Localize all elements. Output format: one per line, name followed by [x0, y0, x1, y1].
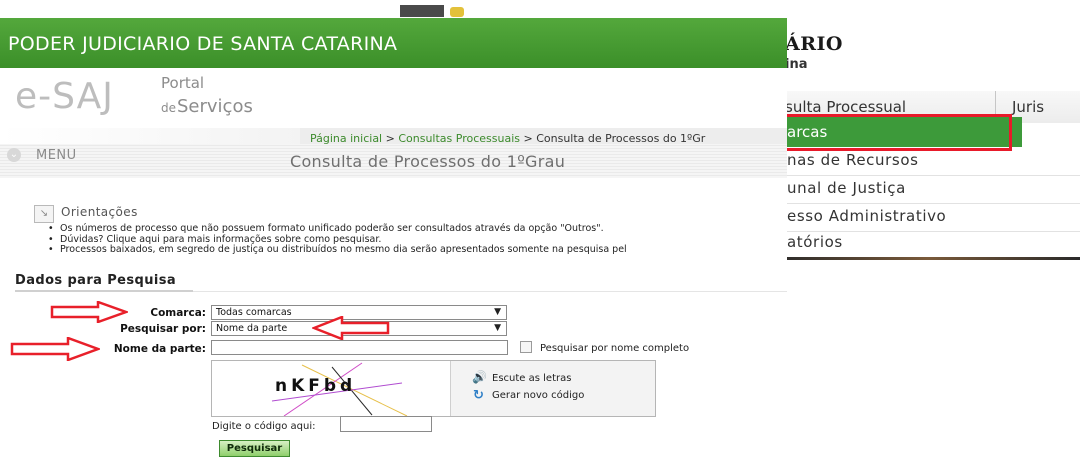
pesquisar-por-select-value: Nome da parte — [216, 323, 288, 334]
annotation-arrow-icon — [10, 337, 100, 361]
bg-dropdown-item[interactable]: unal de Justiça — [787, 179, 906, 197]
menu-toggle[interactable]: MENU — [36, 148, 77, 163]
bg-dropdown-item[interactable]: atórios — [787, 233, 843, 251]
bg-logo-fragment — [400, 5, 444, 17]
logo-servicos-text: deServiços — [161, 96, 253, 117]
header-title: PODER JUDICIARIO DE SANTA CATARINA — [8, 33, 398, 55]
orientacoes-toggle[interactable]: Orientações — [61, 205, 138, 219]
dropdown-arrow-icon: ▼ — [494, 323, 501, 333]
chevron-down-icon[interactable]: ⌄ — [7, 148, 21, 162]
section-title: Dados para Pesquisa — [15, 273, 177, 288]
bg-image-strip — [775, 257, 1080, 260]
nome-parte-input[interactable] — [211, 340, 508, 355]
dropdown-arrow-icon: ▼ — [494, 307, 501, 317]
esaj-logo[interactable]: e-SAJ — [15, 76, 114, 117]
arrow-down-right-icon[interactable]: ↘ — [34, 205, 54, 223]
logo-row: e-SAJ Portal deServiços — [0, 68, 787, 128]
comarca-label: Comarca: — [150, 307, 206, 319]
search-button[interactable]: Pesquisar — [219, 440, 290, 457]
orientacoes-item: Os números de processo que não possuem f… — [48, 223, 627, 235]
bg-dropdown-divider — [775, 231, 1080, 232]
logo-de-text: de — [161, 101, 176, 115]
header-bar: PODER JUDICIARIO DE SANTA CATARINA — [0, 18, 787, 68]
captcha-text: nKFbd — [275, 376, 357, 396]
refresh-icon[interactable]: ↻ — [473, 388, 484, 403]
speaker-icon[interactable]: 🔊 — [472, 370, 487, 384]
section-divider — [15, 290, 193, 292]
logo-servicos-word: Serviços — [177, 96, 253, 117]
bg-title-line1: ÁRIO — [785, 33, 843, 55]
bg-dropdown-item[interactable]: esso Administrativo — [787, 207, 946, 225]
captcha-code-input[interactable] — [340, 416, 432, 432]
bg-nav-jurisprudencia[interactable]: Juris — [1012, 98, 1044, 116]
bg-logo-accent — [450, 7, 464, 17]
nome-parte-label: Nome da parte: — [113, 343, 206, 355]
bg-dropdown-divider — [775, 175, 1080, 176]
esaj-page: PODER JUDICIARIO DE SANTA CATARINA e-SAJ… — [0, 18, 787, 457]
captcha-refresh-link[interactable]: Gerar novo código — [492, 390, 584, 401]
annotation-arrow-icon — [312, 316, 390, 340]
captcha-listen-link[interactable]: Escute as letras — [492, 373, 571, 384]
bg-dropdown-divider — [775, 203, 1080, 204]
comarca-select-value: Todas comarcas — [216, 307, 292, 318]
captcha-image: nKFbd — [212, 361, 451, 416]
nome-completo-checkbox[interactable] — [520, 341, 532, 353]
orientacoes-list: Os números de processo que não possuem f… — [48, 223, 627, 256]
nome-completo-label: Pesquisar por nome completo — [540, 343, 690, 354]
section-divider-light — [193, 291, 787, 292]
highlight-box — [767, 114, 1012, 151]
page-title: Consulta de Processos do 1ºGrau — [290, 152, 566, 171]
bg-dropdown-item[interactable]: nas de Recursos — [787, 151, 919, 169]
code-label: Digite o código aqui: — [212, 421, 316, 432]
pesquisar-por-label: Pesquisar por: — [120, 323, 206, 335]
logo-portal-text: Portal — [161, 74, 205, 92]
orientacoes-item: Processos baixados, em segredo de justiç… — [48, 244, 627, 256]
annotation-arrow-icon — [50, 301, 128, 323]
captcha-panel: nKFbd 🔊 Escute as letras ↻ Gerar novo có… — [211, 360, 656, 417]
bg-title-line2: ina — [785, 57, 808, 72]
